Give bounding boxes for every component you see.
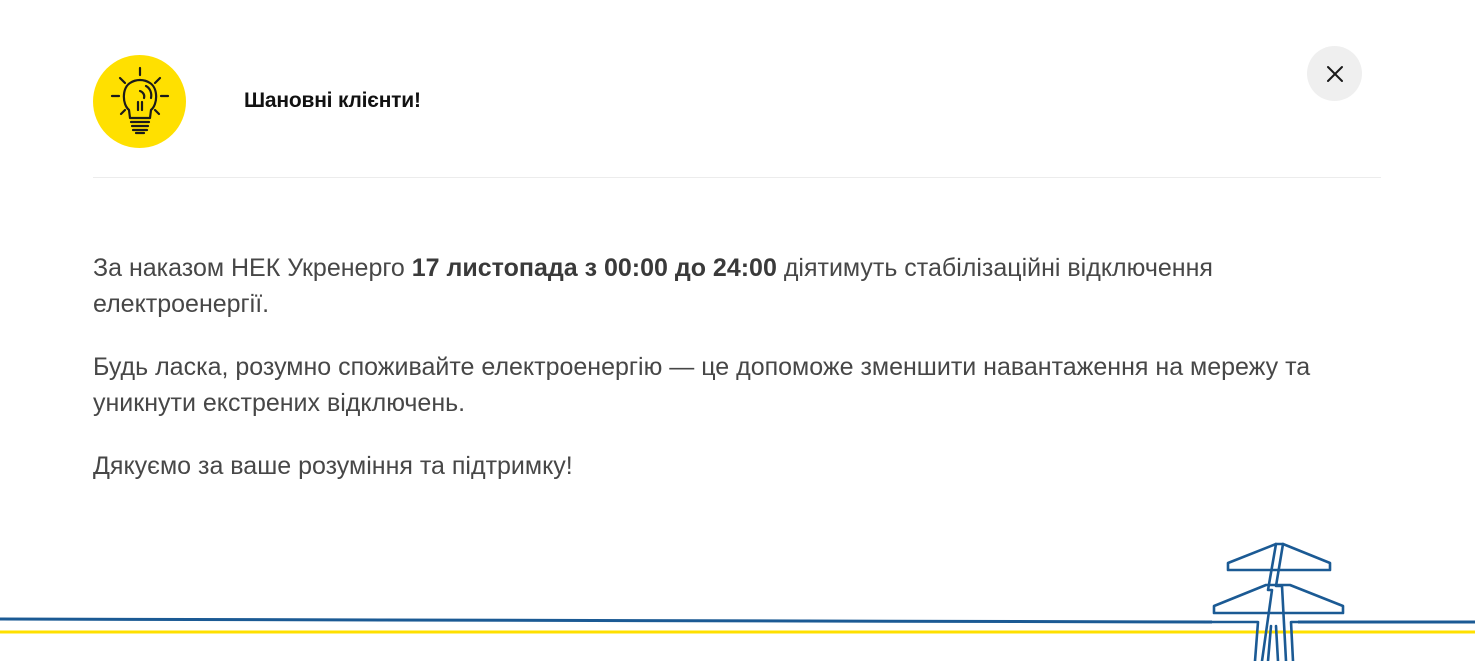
- message-paragraph-1: За наказом НЕК Укренерго 17 листопада з …: [93, 250, 1381, 322]
- lightbulb-icon: [93, 55, 186, 148]
- power-line-decoration: [0, 542, 1475, 661]
- close-button[interactable]: [1307, 46, 1362, 101]
- outage-date-time: 17 листопада з 00:00 до 24:00: [411, 254, 777, 282]
- modal-title: Шановні клієнти!: [244, 89, 421, 112]
- modal-header: Шановні клієнти!: [93, 46, 1381, 178]
- message-text: За наказом НЕК Укренерго: [93, 254, 412, 282]
- close-icon: [1326, 65, 1343, 82]
- notification-modal: Шановні клієнти! За наказом НЕК Укренерг…: [0, 0, 1475, 661]
- modal-body: За наказом НЕК Укренерго 17 листопада з …: [93, 250, 1381, 511]
- power-pylon-icon: [1210, 542, 1345, 661]
- message-paragraph-2: Будь ласка, розумно споживайте електроен…: [93, 353, 1311, 417]
- message-paragraph-3: Дякуємо за ваше розуміння та підтримку!: [93, 452, 573, 480]
